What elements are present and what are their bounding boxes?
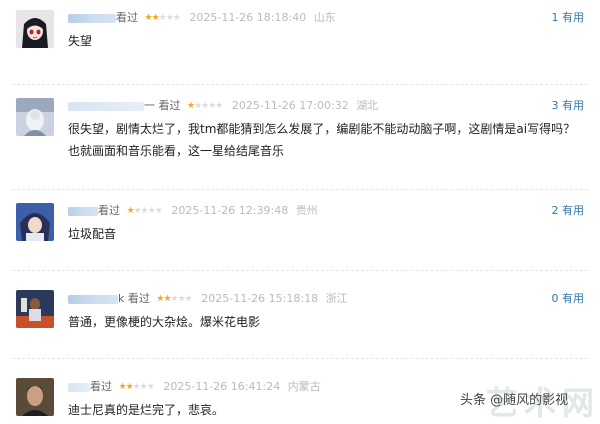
useful-label: 有用 [562,292,584,305]
rating-stars: ★★★★★ [144,10,181,26]
avatar[interactable] [16,10,54,48]
review-meta: 一 看过 ★★★★★ 2025-11-26 17:00:32 湖北 [68,98,378,114]
review-location: 山东 [313,11,336,24]
useful-label: 有用 [562,11,584,24]
useful-count: 3 [551,99,559,112]
useful-count: 2 [551,204,559,217]
review-time: 2025-11-26 17:00:32 [231,99,349,112]
watched-label: 看过 [90,380,112,393]
watermark-text: 头条 @随风的影视 [460,393,569,408]
star-empty-icon: ★★★ [170,294,193,304]
useful-label: 有用 [562,204,584,217]
review-content: 失望 [68,34,93,48]
star-icon: ★★ [118,382,134,392]
review-time: 2025-11-26 18:18:40 [189,11,307,24]
review-content: 垃圾配音 [68,227,117,241]
divider [12,84,588,85]
useful-label: 有用 [562,99,584,112]
star-icon: ★ [126,206,135,216]
avatar[interactable] [16,378,54,416]
rating-stars: ★★★★★ [187,98,223,114]
star-empty-icon: ★★★ [158,13,181,23]
watched-label: 一 看过 [144,99,181,112]
rating-stars: ★★★★★ [156,291,193,307]
rating-stars: ★★★★★ [126,203,163,219]
divider [12,358,588,359]
review-content: 很失望，剧情太烂了，我tm都能猜到怎么发展了，编剧能不能动动脑子啊，这剧情是ai… [68,122,576,158]
avatar[interactable] [16,203,54,241]
watched-label: 看过 [98,204,120,217]
review-time: 2025-11-26 16:41:24 [163,380,281,393]
username-redacted[interactable] [68,206,98,216]
star-icon: ★★ [156,294,171,304]
rating-stars: ★★★★★ [118,379,155,395]
useful-count: 1 [551,11,559,24]
useful-vote-button[interactable]: 3 有用 [552,98,585,114]
username-redacted[interactable] [68,294,118,304]
useful-vote-button[interactable]: 1 有用 [552,10,585,26]
review-content: 普通，更像梗的大杂烩。爆米花电影 [68,315,261,329]
username-redacted[interactable] [68,13,116,23]
useful-vote-button[interactable]: 0 有用 [552,291,585,307]
username-redacted[interactable] [68,101,144,111]
review-meta: 看过 ★★★★★ 2025-11-26 18:18:40 山东 [68,10,336,26]
avatar[interactable] [16,98,54,136]
star-icon: ★★ [144,13,160,23]
username-redacted[interactable] [68,382,90,392]
watched-label: k 看过 [118,292,150,305]
review-meta: 看过 ★★★★★ 2025-11-26 12:39:48 贵州 [68,203,318,219]
star-empty-icon: ★★★★ [194,101,223,111]
review-time: 2025-11-26 12:39:48 [171,204,289,217]
star-empty-icon: ★★★★ [133,206,163,216]
review-location: 贵州 [295,204,318,217]
review-meta: k 看过 ★★★★★ 2025-11-26 15:18:18 浙江 [68,291,348,307]
review-time: 2025-11-26 15:18:18 [201,292,319,305]
review-meta: 看过 ★★★★★ 2025-11-26 16:41:24 内蒙古 [68,379,321,395]
useful-count: 0 [551,292,559,305]
review-location: 浙江 [325,292,348,305]
review-location: 湖北 [356,99,379,112]
useful-vote-button[interactable]: 2 有用 [552,203,585,219]
divider [12,189,588,190]
review-location: 内蒙古 [287,380,321,393]
avatar[interactable] [16,290,54,328]
watched-label: 看过 [116,11,138,24]
divider [12,270,588,271]
star-empty-icon: ★★★ [132,382,155,392]
